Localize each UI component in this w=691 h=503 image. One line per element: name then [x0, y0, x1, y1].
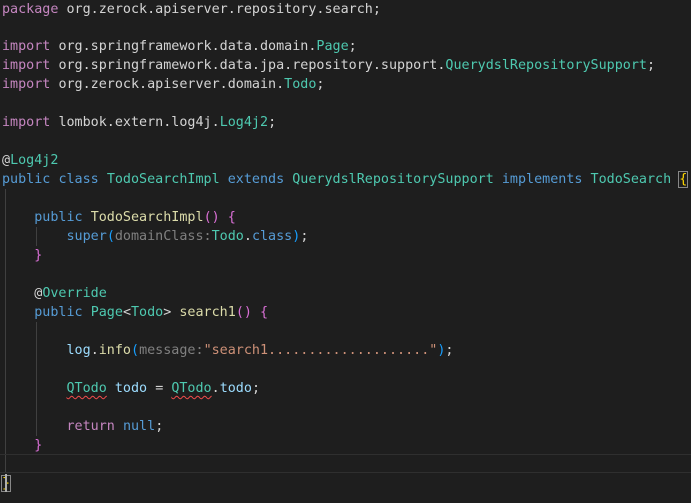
constructor-open-brace: {	[227, 210, 236, 225]
code-line-qtodo: QTodo todo = QTodo.todo;	[2, 379, 691, 398]
greater-than: >	[163, 305, 172, 320]
public-keyword: public	[2, 172, 51, 187]
code-line-package: package org.zerock.apiserver.repository.…	[2, 0, 691, 19]
parentheses: ()	[235, 305, 252, 320]
current-line-highlight	[0, 454, 691, 473]
annotation-name: Log4j2	[10, 153, 59, 168]
class-keyword: class	[58, 172, 99, 187]
code-line-log4j2-annotation: @Log4j2	[2, 151, 691, 170]
annotation-at: @	[2, 153, 11, 168]
method-close-brace: }	[34, 438, 43, 453]
code-line-import-page: import org.springframework.data.domain.P…	[2, 37, 691, 56]
code-line-method-signature: public Page<Todo> search1() {	[2, 303, 691, 322]
code-line-import-todo: import org.zerock.apiserver.domain.Todo;	[2, 75, 691, 94]
class-name: TodoSearchImpl	[106, 172, 220, 187]
import-keyword: import	[2, 115, 51, 130]
inlay-hint-message: message:	[139, 343, 204, 358]
code-line-method-close: }	[2, 436, 691, 455]
import-type: Page	[316, 39, 349, 54]
import-path: org.zerock.apiserver.domain.	[58, 77, 285, 92]
code-line-return: return null;	[2, 417, 691, 436]
code-line-log-info: log.info(message:"search1...............…	[2, 341, 691, 360]
parentheses: ()	[203, 210, 220, 225]
import-keyword: import	[2, 58, 51, 73]
semicolon: ;	[251, 381, 260, 396]
semicolon: ;	[646, 58, 656, 73]
log-variable: log	[66, 343, 91, 358]
interface-name: TodoSearch	[590, 172, 672, 187]
dot: .	[211, 381, 220, 396]
import-keyword: import	[2, 77, 51, 92]
import-type: QuerydslRepositorySupport	[445, 58, 647, 73]
dot: .	[243, 229, 252, 244]
constructor-name: TodoSearchImpl	[90, 210, 204, 225]
text-cursor	[5, 474, 7, 492]
code-line-class-close: }	[0, 474, 691, 493]
assignment-operator: =	[155, 381, 164, 396]
annotation-name: Override	[42, 286, 107, 301]
package-keyword: package	[2, 2, 59, 17]
semicolon: ;	[268, 115, 277, 130]
semicolon: ;	[155, 419, 164, 434]
return-keyword: return	[66, 419, 115, 434]
code-line-import-querydsl: import org.springframework.data.jpa.repo…	[2, 56, 691, 75]
public-keyword: public	[34, 210, 83, 225]
import-keyword: import	[2, 39, 51, 54]
class-open-brace: {	[678, 171, 689, 188]
unresolved-type-qtodo: QTodo	[66, 381, 107, 396]
todo-field: todo	[219, 381, 252, 396]
todo-variable: todo	[114, 381, 148, 396]
import-type: Log4j2	[219, 115, 269, 130]
import-path: org.springframework.data.domain.	[58, 39, 317, 54]
info-method: info	[98, 343, 131, 358]
code-line-override: @Override	[2, 284, 691, 303]
extends-keyword: extends	[227, 172, 285, 187]
import-path: lombok.extern.log4j.	[58, 115, 220, 130]
type-reference: Todo	[211, 229, 244, 244]
dot: .	[90, 343, 99, 358]
semicolon: ;	[316, 77, 325, 92]
open-paren: (	[106, 229, 115, 244]
inlay-hint-domain-class: domainClass:	[114, 229, 212, 244]
public-keyword: public	[34, 305, 83, 320]
less-than: <	[122, 305, 131, 320]
semicolon: ;	[372, 2, 381, 17]
package-name: org.zerock.apiserver.repository.search	[66, 2, 373, 17]
string-literal: "search1...................."	[203, 343, 438, 358]
constructor-close-brace: }	[34, 248, 43, 263]
code-line-super-call: super(domainClass:Todo.class);	[2, 227, 691, 246]
open-paren: (	[131, 343, 140, 358]
code-editor[interactable]: package org.zerock.apiserver.repository.…	[0, 0, 691, 503]
semicolon: ;	[348, 39, 357, 54]
semicolon: ;	[445, 343, 454, 358]
code-line-class-declaration: public class TodoSearchImpl extends Quer…	[2, 170, 691, 189]
method-open-brace: {	[260, 305, 269, 320]
import-type: Todo	[284, 77, 317, 92]
code-line-constructor-close: }	[2, 246, 691, 265]
import-path: org.springframework.data.jpa.repository.…	[58, 58, 446, 73]
type-argument: Todo	[131, 305, 164, 320]
class-literal: class	[251, 229, 293, 244]
semicolon: ;	[300, 229, 309, 244]
code-line-constructor: public TodoSearchImpl() {	[2, 208, 691, 227]
superclass-name: QuerydslRepositorySupport	[292, 172, 494, 187]
code-line-import-log4j2: import lombok.extern.log4j.Log4j2;	[2, 113, 691, 132]
method-name: search1	[179, 305, 236, 320]
super-keyword: super	[66, 229, 107, 244]
unresolved-type-qtodo: QTodo	[171, 381, 212, 396]
return-type: Page	[90, 305, 123, 320]
implements-keyword: implements	[501, 172, 583, 187]
null-keyword: null	[122, 419, 156, 434]
